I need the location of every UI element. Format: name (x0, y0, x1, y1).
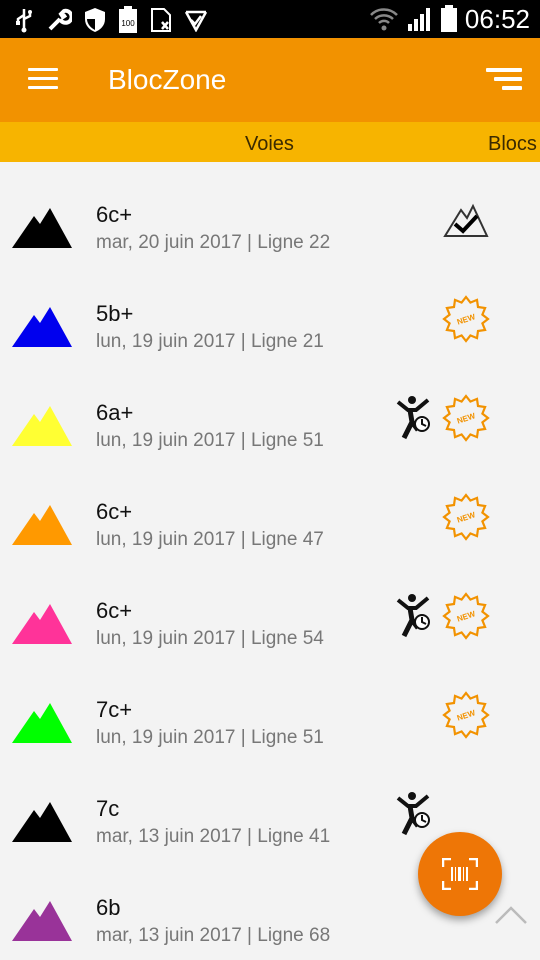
route-row[interactable]: 5b+ lun, 19 juin 2017 | Ligne 21 NEW (0, 261, 540, 360)
route-grade: 6b (96, 895, 121, 920)
mountain-icon (12, 703, 72, 743)
mountain-icon (12, 505, 72, 545)
sim-icon (151, 8, 171, 32)
scroll-top-button[interactable] (494, 904, 528, 926)
route-grade: 7c+ (96, 697, 133, 722)
status-bar: 100 06:52 (0, 0, 540, 38)
route-grade: 6c+ (96, 202, 133, 227)
app-bar: BlocZone (0, 38, 540, 122)
route-subtitle: mar, 13 juin 2017 | Ligne 41 (96, 826, 331, 847)
new-badge-text: NEW (456, 510, 477, 524)
new-badge-icon: NEW (442, 295, 490, 343)
new-badge-text: NEW (456, 708, 477, 722)
check-icon (184, 10, 208, 32)
route-subtitle: mar, 13 juin 2017 | Ligne 68 (96, 925, 331, 946)
mountain-icon (12, 604, 72, 644)
mountain-icon (12, 307, 72, 347)
route-subtitle: lun, 19 juin 2017 | Ligne 47 (96, 529, 324, 550)
app-title: BlocZone (108, 64, 227, 95)
new-badge-icon: NEW (442, 493, 490, 541)
route-grade: 6c+ (96, 598, 133, 623)
mountain-icon (12, 406, 72, 446)
route-row[interactable]: 6a+ lun, 19 juin 2017 | Ligne 51 NEW (0, 360, 540, 459)
mountain-icon (12, 802, 72, 842)
climber-icon (396, 792, 430, 836)
wrench-icon (48, 8, 72, 31)
route-row[interactable]: 6c+ lun, 19 juin 2017 | Ligne 47 NEW (0, 459, 540, 558)
battery-icon (440, 5, 457, 32)
tab-blocs[interactable]: Blocs (488, 122, 537, 162)
route-subtitle: lun, 19 juin 2017 | Ligne 21 (96, 331, 324, 352)
completed-icon (443, 203, 489, 237)
scan-button[interactable] (418, 832, 502, 916)
route-subtitle: mar, 20 juin 2017 | Ligne 22 (96, 232, 331, 253)
route-grade: 6a+ (96, 400, 134, 425)
chevron-up-icon (495, 906, 527, 924)
route-grade: 5b+ (96, 301, 134, 326)
status-time: 06:52 (464, 4, 530, 34)
new-badge-icon: NEW (442, 592, 490, 640)
route-grade: 6c+ (96, 499, 133, 524)
usb-icon (16, 9, 32, 33)
new-badge-text: NEW (456, 411, 477, 425)
route-grade: 7c (96, 796, 120, 821)
tab-voies[interactable]: Voies (245, 122, 294, 162)
new-badge-icon: NEW (442, 394, 490, 442)
route-row[interactable]: 7c+ lun, 19 juin 2017 | Ligne 51 NEW (0, 657, 540, 756)
mountain-icon (12, 901, 72, 941)
svg-text:100: 100 (121, 19, 135, 28)
route-subtitle: lun, 19 juin 2017 | Ligne 51 (96, 430, 324, 451)
new-badge-icon: NEW (442, 691, 490, 739)
route-row[interactable]: 6c+ mar, 20 juin 2017 | Ligne 22 (0, 162, 540, 261)
route-subtitle: lun, 19 juin 2017 | Ligne 51 (96, 727, 324, 748)
signal-icon (407, 8, 430, 31)
sort-icon[interactable] (486, 68, 522, 94)
route-subtitle: lun, 19 juin 2017 | Ligne 54 (96, 628, 324, 649)
climber-icon (396, 594, 430, 638)
mountain-icon (12, 208, 72, 248)
wifi-icon (370, 8, 398, 31)
shield-icon (85, 8, 105, 32)
barcode-scan-icon (442, 858, 478, 890)
route-row[interactable]: 6c+ lun, 19 juin 2017 | Ligne 54 NEW (0, 558, 540, 657)
new-badge-text: NEW (456, 312, 477, 326)
tab-bar: Voies Blocs (0, 122, 540, 162)
new-badge-text: NEW (456, 609, 477, 623)
battery-100-icon: 100 (119, 6, 137, 33)
climber-icon (396, 396, 430, 440)
menu-icon[interactable] (28, 68, 58, 90)
